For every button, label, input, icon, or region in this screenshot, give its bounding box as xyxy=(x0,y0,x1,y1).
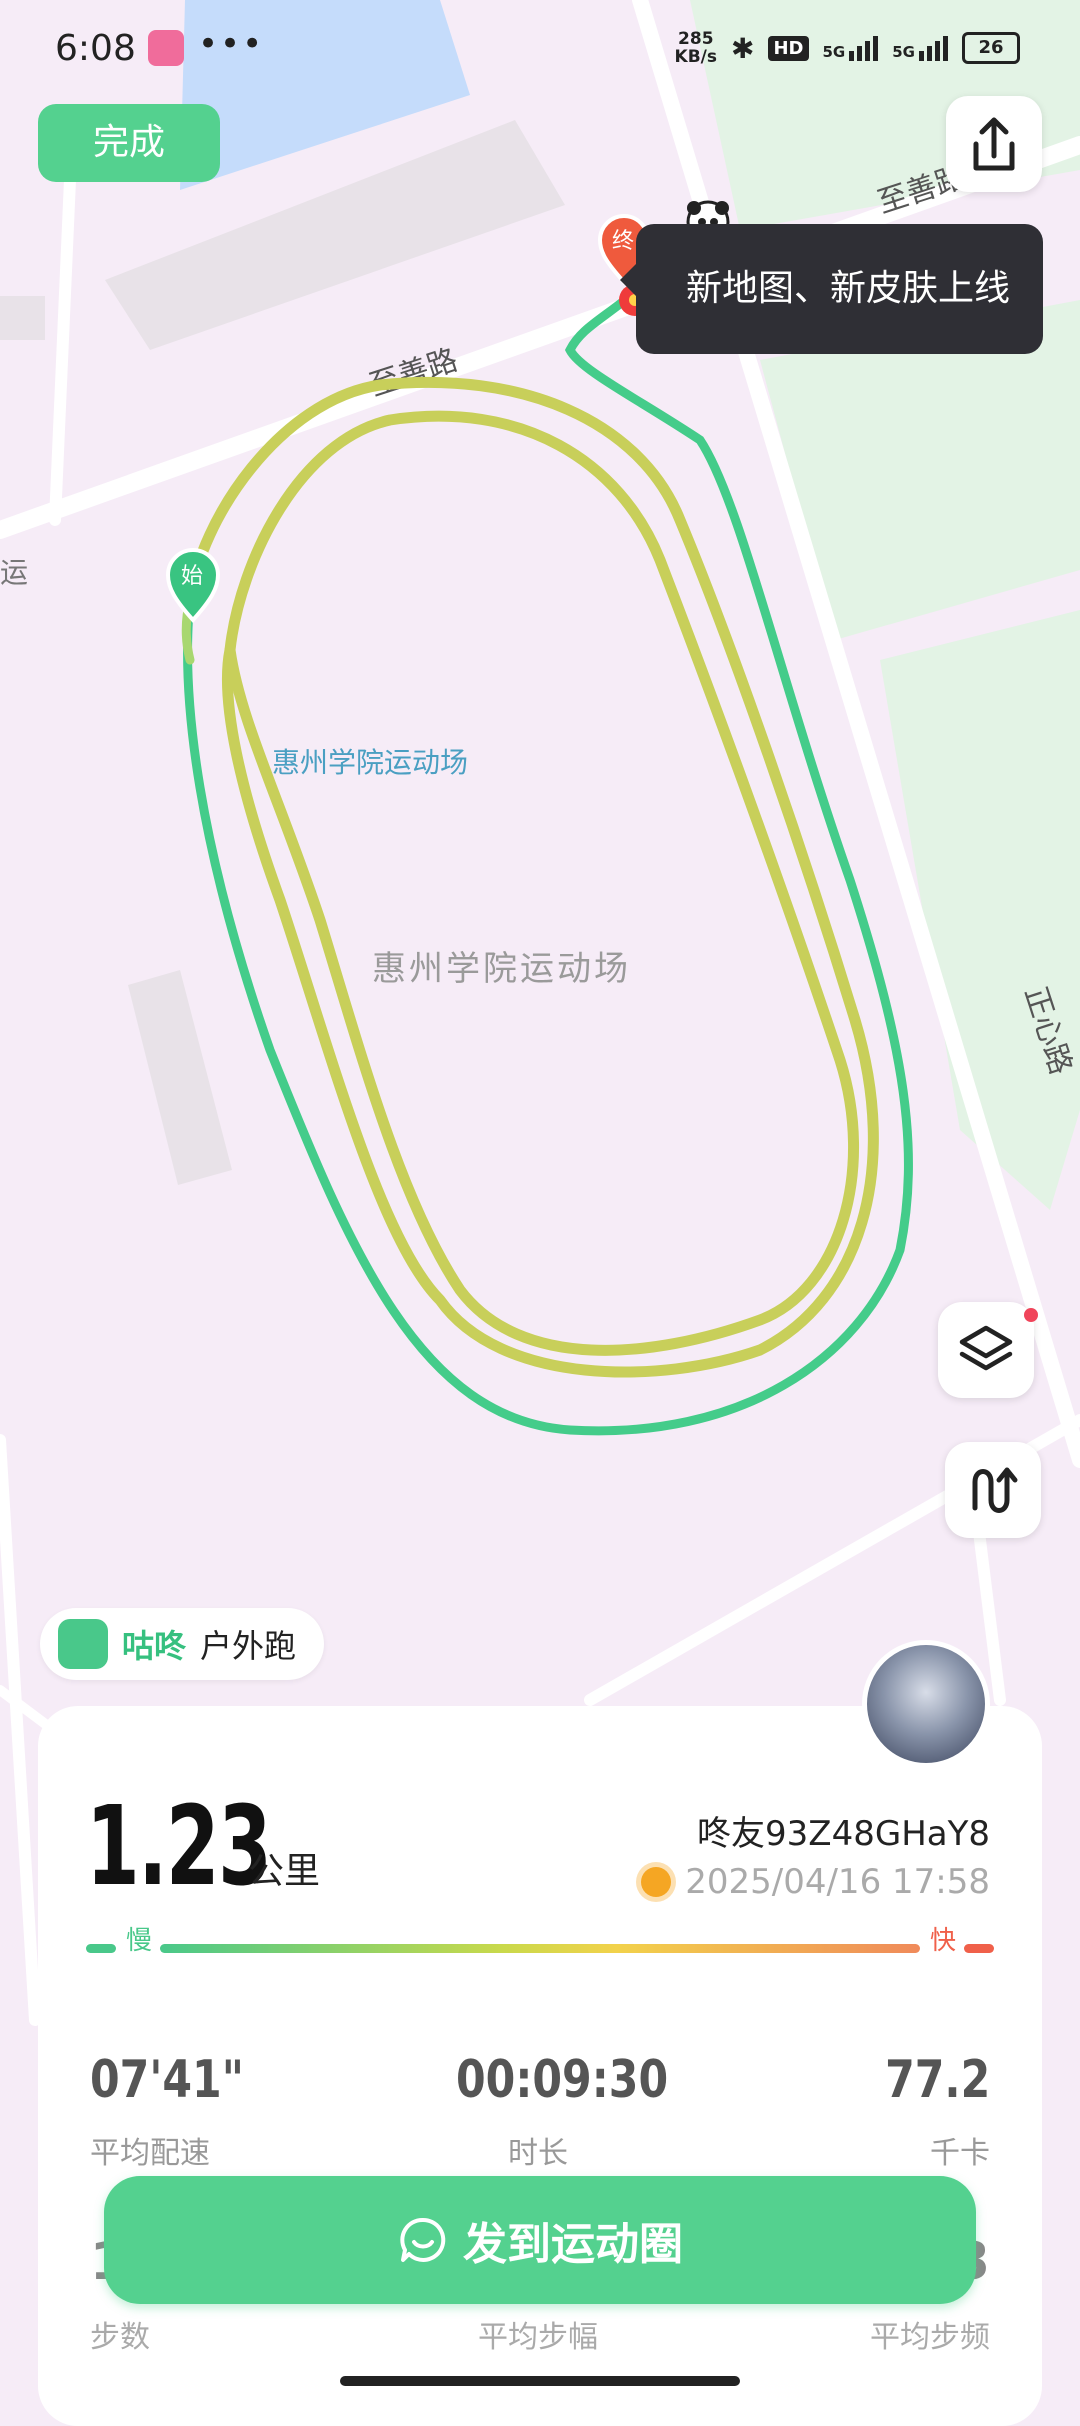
status-time: 6:08 xyxy=(55,28,136,69)
venue-center-label: 惠州学院运动场 xyxy=(372,949,631,989)
battery-icon: 26 xyxy=(962,32,1020,64)
status-indicators: 285 KB/s ✱ HD 5G 5G 26 xyxy=(675,30,1020,66)
activity-type: 户外跑 xyxy=(200,1627,297,1665)
network-speed: 285 KB/s xyxy=(674,29,718,67)
distance-unit: 公里 xyxy=(248,1851,321,1892)
more-notifications-icon: ••• xyxy=(198,24,265,64)
hd-icon: HD xyxy=(768,35,809,61)
duration-value: 00:09:30 xyxy=(456,2050,669,2110)
done-button[interactable]: 完成 xyxy=(38,104,220,182)
route-icon xyxy=(972,1467,1018,1513)
map-layers-button[interactable] xyxy=(938,1302,1038,1398)
slow-label: 慢 xyxy=(126,1926,153,1956)
calories-value: 77.2 xyxy=(884,2050,990,2110)
steps-label: 步数 xyxy=(90,2320,150,2355)
activity-datetime: 2025/04/16 17:58 xyxy=(641,1862,990,1902)
bilibili-app-icon xyxy=(148,30,184,66)
avg-pace-value: 07'41" xyxy=(90,2050,244,2110)
share-icon xyxy=(973,117,1015,171)
app-activity-badge: 咕咚 户外跑 xyxy=(40,1608,325,1680)
post-to-feed-button[interactable]: 发到运动圈 xyxy=(104,2176,976,2304)
home-indicator[interactable] xyxy=(340,2376,740,2386)
duration-label: 时长 xyxy=(508,2136,568,2171)
layers-icon xyxy=(959,1325,1013,1371)
brand-label: 咕咚 xyxy=(122,1627,187,1665)
share-button[interactable] xyxy=(946,96,1042,192)
stride-label: 平均步幅 xyxy=(478,2320,598,2355)
route-replay-button[interactable] xyxy=(945,1442,1041,1538)
venue-label[interactable]: 惠州学院运动场 xyxy=(272,746,468,779)
avatar[interactable] xyxy=(862,1640,990,1768)
notification-dot xyxy=(1024,1308,1038,1322)
codoon-logo-icon xyxy=(58,1619,108,1669)
sun-icon xyxy=(641,1867,672,1897)
pace-gradient-bar xyxy=(86,1930,994,1966)
svg-text:终: 终 xyxy=(612,229,634,254)
building xyxy=(0,296,45,340)
bluetooth-icon: ✱ xyxy=(731,31,755,65)
svg-text:始: 始 xyxy=(181,564,203,589)
signal-icon: 5G xyxy=(823,35,879,61)
user-name[interactable]: 咚友93Z48GHaY8 xyxy=(697,1806,990,1855)
signal-icon: 5G xyxy=(892,35,948,61)
chat-bubble-icon xyxy=(400,2217,446,2262)
fast-label: 快 xyxy=(930,1926,957,1956)
road-label: 运 xyxy=(0,556,28,589)
avg-pace-label: 平均配速 xyxy=(90,2136,210,2171)
cadence-label: 平均步频 xyxy=(870,2320,990,2355)
calories-label: 千卡 xyxy=(930,2136,990,2171)
distance-value: 1.23 xyxy=(86,1782,272,1910)
new-map-tooltip[interactable]: 新地图、新皮肤上线 xyxy=(620,224,1043,354)
